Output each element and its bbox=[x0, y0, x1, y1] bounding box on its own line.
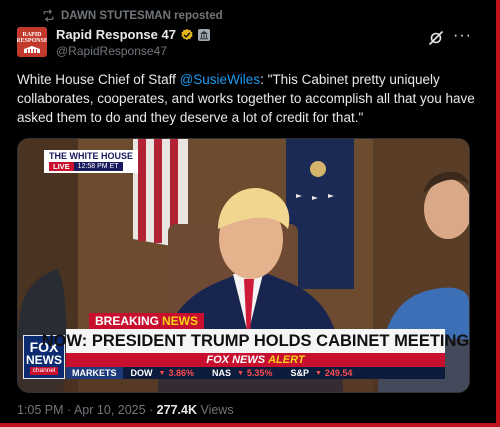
views-label: Views bbox=[196, 403, 234, 417]
author-name-row: Rapid Response 47 bbox=[56, 27, 210, 42]
alert-word: ALERT bbox=[268, 354, 305, 366]
fox-logo-line2: NEWS bbox=[26, 352, 62, 367]
verified-badge[interactable] bbox=[180, 28, 194, 42]
mention-link[interactable]: @SusieWiles bbox=[180, 72, 260, 87]
grok-button[interactable] bbox=[428, 30, 444, 46]
tweet-timestamp[interactable]: 1:05 PM · Apr 10, 2025 · bbox=[17, 403, 157, 417]
down-arrow-icon: ▼ bbox=[158, 369, 166, 377]
alert-brand: FOX NEWS bbox=[206, 354, 266, 366]
ticker-sp-value: 249.54 bbox=[324, 368, 353, 378]
news-text: NEWS bbox=[162, 314, 199, 328]
repost-icon bbox=[43, 9, 54, 22]
tweet-metadata: 1:05 PM · Apr 10, 2025 · 277.4K Views bbox=[17, 403, 234, 417]
breaking-news-tag: BREAKING NEWS bbox=[89, 313, 205, 329]
avatar-house-icon bbox=[24, 45, 40, 53]
down-arrow-icon: ▼ bbox=[236, 369, 244, 377]
author-name[interactable]: Rapid Response 47 bbox=[56, 27, 176, 42]
down-arrow-icon: ▼ bbox=[314, 369, 322, 377]
repost-indicator[interactable]: DAWN STUTESMAN reposted bbox=[42, 9, 223, 22]
verified-icon bbox=[181, 28, 193, 40]
ticker-markets-label: MARKETS bbox=[66, 367, 123, 379]
tweet-prefix: White House Chief of Staff bbox=[17, 72, 180, 87]
breaking-text: BREAKING bbox=[95, 314, 160, 328]
view-count: 277.4K bbox=[156, 403, 197, 417]
author-handle[interactable]: @RapidResponse47 bbox=[56, 44, 167, 58]
tweet-text: White House Chief of Staff @SusieWiles: … bbox=[17, 70, 487, 127]
grok-icon bbox=[429, 31, 443, 45]
chyron-headline: NOW: PRESIDENT TRUMP HOLDS CABINET MEETI… bbox=[42, 329, 469, 353]
video-player[interactable]: THE WHITE HOUSE LIVE 12:58 PM ET FOX NEW… bbox=[17, 138, 470, 393]
wh-live-row: LIVE 12:58 PM ET bbox=[49, 162, 133, 171]
window-border-right bbox=[496, 0, 500, 427]
white-house-live-bug: THE WHITE HOUSE LIVE 12:58 PM ET bbox=[44, 150, 139, 173]
ticker-dow-value: 3.86% bbox=[168, 368, 194, 378]
fox-news-alert-bar: FOX NEWS ALERT bbox=[66, 353, 445, 367]
repost-text: DAWN STUTESMAN reposted bbox=[61, 9, 223, 22]
government-building-icon[interactable] bbox=[197, 28, 210, 41]
live-badge: LIVE bbox=[49, 162, 74, 171]
ticker-dow-label: DOW bbox=[130, 368, 153, 378]
wh-time: 12:58 PM ET bbox=[73, 162, 123, 171]
ticker-sp-label: S&P bbox=[290, 368, 309, 378]
market-ticker: MARKETS DOW ▼ 3.86% NAS ▼ 5.35% S&P ▼ 24… bbox=[66, 367, 445, 379]
wh-title: THE WHITE HOUSE bbox=[49, 151, 134, 161]
avatar[interactable]: RAPID RESPONSE bbox=[17, 27, 47, 57]
ticker-nas-label: NAS bbox=[211, 368, 231, 378]
affiliation-icon bbox=[199, 30, 208, 39]
avatar-logo-text: RAPID RESPONSE bbox=[17, 31, 47, 44]
fox-logo-line3: channel bbox=[29, 366, 59, 375]
more-options-button[interactable]: ··· bbox=[453, 28, 471, 46]
ticker-nas-value: 5.35% bbox=[246, 368, 273, 378]
window-border-bottom bbox=[0, 423, 500, 427]
